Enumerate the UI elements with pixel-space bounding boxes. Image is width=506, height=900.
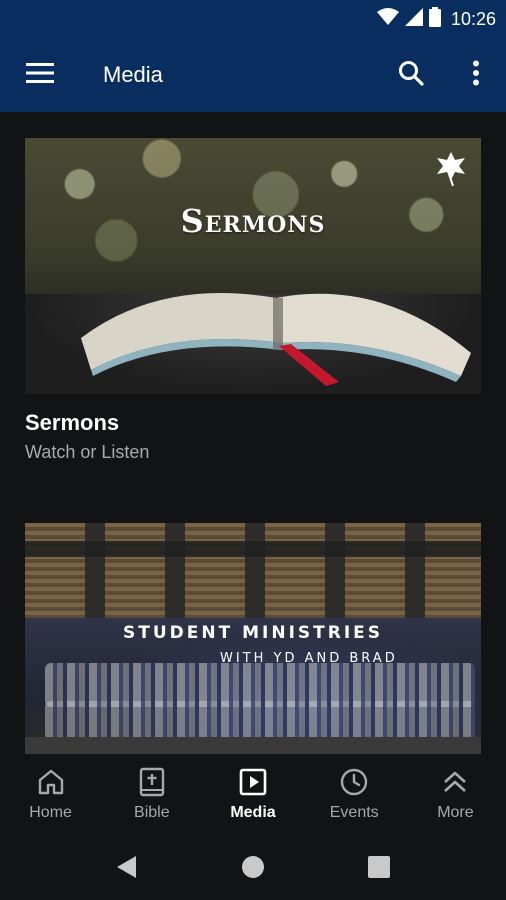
nav-media[interactable]: Media bbox=[202, 754, 303, 836]
search-icon bbox=[398, 60, 424, 91]
clock-icon bbox=[339, 766, 369, 798]
nav-events[interactable]: Events bbox=[304, 754, 405, 836]
status-time: 10:26 bbox=[450, 8, 496, 29]
student-ministries-title: STUDENT MINISTRIES bbox=[122, 623, 384, 643]
wifi-icon bbox=[376, 7, 399, 31]
recents-button[interactable] bbox=[364, 854, 394, 884]
home-system-button[interactable] bbox=[238, 854, 268, 884]
media-card-student-ministries[interactable]: STUDENT MINISTRIES WITH YD AND BRAD bbox=[25, 523, 481, 754]
home-circle-icon bbox=[241, 855, 265, 884]
signal-icon bbox=[404, 7, 423, 31]
bleachers-image bbox=[25, 523, 481, 618]
status-icons: 10:26 bbox=[376, 6, 496, 32]
bible-icon bbox=[137, 766, 167, 798]
chevrons-up-icon bbox=[440, 766, 470, 798]
hamburger-menu-icon bbox=[26, 62, 54, 89]
card-title: Sermons bbox=[25, 410, 120, 435]
nav-home-label: Home bbox=[29, 804, 72, 821]
system-navigation-bar bbox=[0, 836, 506, 900]
student-ministries-subtitle: WITH YD AND BRAD bbox=[220, 651, 398, 666]
overflow-menu-button[interactable] bbox=[458, 56, 494, 94]
open-bible-image bbox=[81, 293, 471, 386]
church-logo-icon bbox=[435, 150, 467, 187]
app-bar: Media bbox=[0, 38, 506, 112]
nav-more-label: More bbox=[437, 804, 474, 821]
more-vert-icon bbox=[472, 60, 480, 91]
home-icon bbox=[36, 766, 66, 798]
back-icon bbox=[116, 855, 138, 884]
status-bar: 10:26 bbox=[0, 0, 506, 38]
bleachers-rail bbox=[25, 541, 481, 557]
media-list[interactable]: Sermons Sermons Watch or Listen STUDENT … bbox=[0, 112, 506, 754]
media-card-sermons[interactable]: Sermons Sermons Watch or Listen bbox=[25, 138, 481, 463]
nav-events-label: Events bbox=[329, 804, 379, 821]
student-group-image-front bbox=[45, 701, 475, 741]
recents-icon bbox=[368, 855, 390, 883]
menu-button[interactable] bbox=[18, 56, 62, 94]
search-button[interactable] bbox=[388, 56, 434, 94]
sermons-thumbnail: Sermons bbox=[25, 138, 481, 394]
sermons-thumbnail-title: Sermons bbox=[180, 202, 326, 240]
nav-home[interactable]: Home bbox=[0, 754, 101, 836]
page-title: Media bbox=[103, 62, 163, 87]
nav-media-label: Media bbox=[230, 804, 276, 821]
nav-bible[interactable]: Bible bbox=[101, 754, 202, 836]
student-ministries-thumbnail: STUDENT MINISTRIES WITH YD AND BRAD bbox=[25, 523, 481, 754]
bottom-navigation: Home Bible Media Events More bbox=[0, 754, 506, 836]
battery-icon bbox=[428, 6, 441, 32]
back-button[interactable] bbox=[112, 854, 142, 884]
card-subtitle: Watch or Listen bbox=[25, 442, 150, 462]
nav-bible-label: Bible bbox=[134, 804, 170, 821]
stage-floor bbox=[25, 737, 481, 754]
media-play-icon bbox=[238, 766, 268, 798]
nav-more[interactable]: More bbox=[405, 754, 506, 836]
